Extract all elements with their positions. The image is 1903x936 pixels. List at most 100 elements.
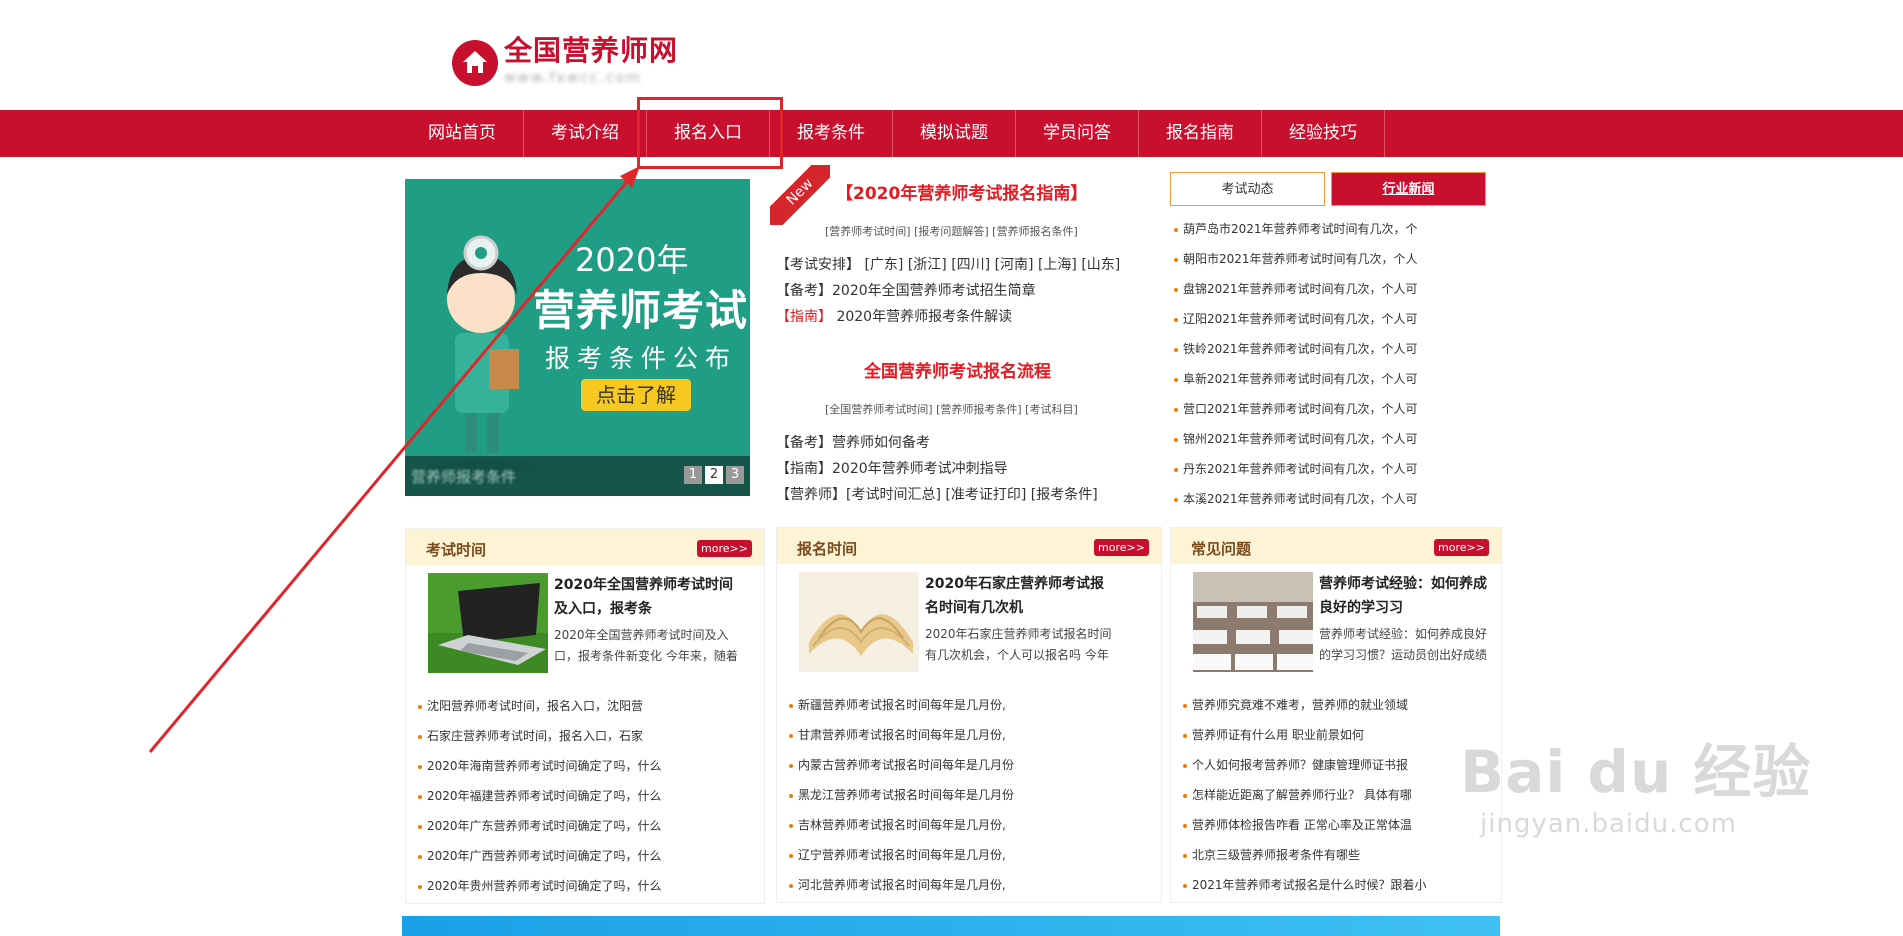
banner-title: 营养师考试	[533, 286, 749, 335]
list-item[interactable]: 营养师究竟难不难考，营养师的就业领域	[1183, 690, 1427, 720]
featured-article[interactable]: 2020年全国营养师考试时间及入口，报考条 2020年全国营养师考试时间及入口，…	[428, 573, 744, 673]
bullet-icon	[1174, 287, 1178, 292]
list-item[interactable]: 营养师体检报告咋看 正常心率及正常体温	[1183, 810, 1427, 840]
list-item[interactable]: 北京三级营养师报考条件有哪些	[1183, 840, 1427, 870]
nav-guide[interactable]: 报名指南	[1139, 110, 1262, 157]
list-item[interactable]: 内蒙古营养师考试报名时间每年是几月份	[789, 750, 1014, 780]
bullet-icon	[1174, 437, 1178, 442]
list-item[interactable]: 丹东2021年营养师考试时间有几次，个人可	[1174, 454, 1418, 484]
bullet-icon	[1183, 823, 1187, 828]
bullet-icon	[418, 734, 422, 739]
list-item[interactable]: 吉林营养师考试报名时间每年是几月份,	[789, 810, 1014, 840]
list-item[interactable]: 2020年福建营养师考试时间确定了吗，什么	[418, 781, 662, 811]
more-button[interactable]: more>>	[1434, 539, 1489, 556]
laptop-image[interactable]	[428, 573, 548, 673]
list-item[interactable]: 河北营养师考试报名时间每年是几月份,	[789, 870, 1014, 900]
list-item[interactable]: 2021年营养师考试报名是什么时候？跟着小	[1183, 870, 1427, 900]
list-item[interactable]: 营口2021年营养师考试时间有几次，个人可	[1174, 394, 1418, 424]
guide-link[interactable]: 2020年营养师报考条件解读	[836, 309, 1012, 325]
watermark-brand: Bai du 经验	[1460, 738, 1812, 806]
list-item[interactable]: 2020年广东营养师考试时间确定了吗，什么	[418, 811, 662, 841]
banner-slideshow[interactable]: 2020年 营养师考试 报考条件公布 点击了解 营养师报考条件 1 2 3	[405, 179, 750, 496]
guide-links[interactable]: [营养师考试时间] [报考问题解答] [营养师报名条件]	[825, 223, 1078, 239]
banner-year: 2020年	[575, 241, 689, 279]
list-item[interactable]: 石家庄营养师考试时间，报名入口，石家	[418, 721, 662, 751]
site-title: 全国营养师网	[504, 34, 679, 67]
nav-mock-tests[interactable]: 模拟试题	[893, 110, 1016, 157]
featured-title[interactable]: 营养师考试经验：如何养成良好的学习习	[1319, 572, 1489, 620]
how-to-prepare-line[interactable]: 【备考】营养师如何备考	[776, 432, 930, 452]
process-heading[interactable]: 全国营养师考试报名流程	[864, 357, 1051, 382]
nav-home[interactable]: 网站首页	[401, 110, 524, 157]
box-title: 考试时间	[426, 541, 487, 559]
list-item[interactable]: 2020年贵州营养师考试时间确定了吗，什么	[418, 871, 662, 901]
list-item[interactable]: 个人如何报考营养师？健康管理师证书报	[1183, 750, 1427, 780]
list-item[interactable]: 辽宁营养师考试报名时间每年是几月份,	[789, 840, 1014, 870]
featured-title[interactable]: 2020年石家庄营养师考试报名时间有几次机	[925, 572, 1115, 620]
more-button[interactable]: more>>	[1094, 539, 1149, 556]
new-ribbon: New	[770, 165, 830, 225]
banner-page-3[interactable]: 3	[726, 466, 744, 484]
box-header: 报名时间 more>>	[777, 528, 1161, 564]
nav-requirements[interactable]: 报考条件	[770, 110, 893, 157]
list-item[interactable]: 朝阳市2021年营养师考试时间有几次，个人	[1174, 244, 1418, 274]
prep-line[interactable]: 【备考】2020年全国营养师考试招生简章	[776, 280, 1036, 300]
list-item[interactable]: 新疆营养师考试报名时间每年是几月份,	[789, 690, 1014, 720]
list-item[interactable]: 黑龙江营养师考试报名时间每年是几月份	[789, 780, 1014, 810]
site-logo[interactable]: 全国营养师网 www.fxwcc.com	[452, 34, 678, 86]
banner-subtitle: 报考条件公布	[545, 344, 738, 373]
tab-industry-news[interactable]: 行业新闻	[1331, 172, 1486, 206]
featured-article[interactable]: 营养师考试经验：如何养成良好的学习习 营养师考试经验：如何养成良好的学习习惯？运…	[1193, 572, 1489, 672]
list-item[interactable]: 沈阳营养师考试时间，报名入口，沈阳营	[418, 691, 662, 721]
nav-tips[interactable]: 经验技巧	[1262, 110, 1385, 157]
site-url: www.fxwcc.com	[504, 70, 642, 86]
banner-learn-more-button[interactable]: 点击了解	[581, 379, 691, 411]
banner-page-1[interactable]: 1	[684, 466, 702, 484]
process-links[interactable]: [全国营养师考试时间] [营养师报考条件] [考试科目]	[825, 401, 1078, 417]
nutritionist-links-line[interactable]: 【营养师】[考试时间汇总] [准考证打印] [报考条件]	[776, 484, 1098, 504]
classroom-image[interactable]	[1193, 572, 1313, 672]
list-item[interactable]: 怎样能近距离了解营养师行业？ 具体有哪	[1183, 780, 1427, 810]
bullet-icon	[1183, 733, 1187, 738]
prep-link[interactable]: 2020年全国营养师考试招生简章	[832, 283, 1036, 299]
nav-qa[interactable]: 学员问答	[1016, 110, 1139, 157]
news-list: 葫芦岛市2021年营养师考试时间有几次，个 朝阳市2021年营养师考试时间有几次…	[1174, 214, 1418, 514]
bullet-icon	[418, 704, 422, 709]
baidu-watermark: Bai du 经验 jingyan.baidu.com	[1460, 725, 1811, 839]
guide-heading[interactable]: 【2020年营养师考试报名指南】	[836, 179, 1087, 204]
list-item[interactable]: 辽阳2021年营养师考试时间有几次，个人可	[1174, 304, 1418, 334]
guide-line[interactable]: 【指南】 2020年营养师报考条件解读	[776, 306, 1012, 326]
featured-title[interactable]: 2020年全国营养师考试时间及入口，报考条	[554, 573, 744, 621]
more-button[interactable]: more>>	[697, 540, 752, 557]
tab-exam-news[interactable]: 考试动态	[1170, 172, 1325, 206]
exam-schedule-line[interactable]: 【考试安排】 [广东] [浙江] [四川] [河南] [上海] [山东]	[776, 254, 1120, 274]
bottom-banner[interactable]	[402, 916, 1500, 936]
list-item[interactable]: 阜新2021年营养师考试时间有几次，个人可	[1174, 364, 1418, 394]
list-item[interactable]: 2020年广西营养师考试时间确定了吗，什么	[418, 841, 662, 871]
banner-pager: 1 2 3	[684, 466, 744, 484]
list-item[interactable]: 葫芦岛市2021年营养师考试时间有几次，个	[1174, 214, 1418, 244]
list-item[interactable]: 甘肃营养师考试报名时间每年是几月份,	[789, 720, 1014, 750]
box-title: 报名时间	[797, 540, 858, 558]
list-item[interactable]: 铁岭2021年营养师考试时间有几次，个人可	[1174, 334, 1418, 364]
guide-tag: 【指南】	[776, 309, 832, 325]
book-image[interactable]	[799, 572, 919, 672]
banner-caption[interactable]: 营养师报考条件	[411, 466, 516, 487]
banner-page-2[interactable]: 2	[705, 466, 723, 484]
bullet-icon	[789, 733, 793, 738]
list-item[interactable]: 2020年海南营养师考试时间确定了吗，什么	[418, 751, 662, 781]
bullet-icon	[1183, 793, 1187, 798]
sprint-guide-line[interactable]: 【指南】2020年营养师考试冲刺指导	[776, 458, 1008, 478]
list-item[interactable]: 本溪2021年营养师考试时间有几次，个人可	[1174, 484, 1418, 514]
list-item[interactable]: 盘锦2021年营养师考试时间有几次，个人可	[1174, 274, 1418, 304]
article-list: 沈阳营养师考试时间，报名入口，沈阳营 石家庄营养师考试时间，报名入口，石家 20…	[418, 691, 662, 901]
list-item[interactable]: 锦州2021年营养师考试时间有几次，个人可	[1174, 424, 1418, 454]
nav-exam-intro[interactable]: 考试介绍	[524, 110, 647, 157]
list-item[interactable]: 营养师证有什么用 职业前景如何	[1183, 720, 1427, 750]
banner-caption-bar: 营养师报考条件 1 2 3	[405, 456, 750, 496]
featured-desc: 2020年石家庄营养师考试报名时间有几次机会，个人可以报名吗 今年	[925, 627, 1112, 662]
bullet-icon	[789, 703, 793, 708]
featured-article[interactable]: 2020年石家庄营养师考试报名时间有几次机 2020年石家庄营养师考试报名时间有…	[799, 572, 1115, 672]
exam-time-box: 考试时间 more>> 2020年全国营养师考试时间及入口，报考条 2020年全…	[405, 528, 765, 904]
new-ribbon-label: New	[770, 165, 830, 225]
